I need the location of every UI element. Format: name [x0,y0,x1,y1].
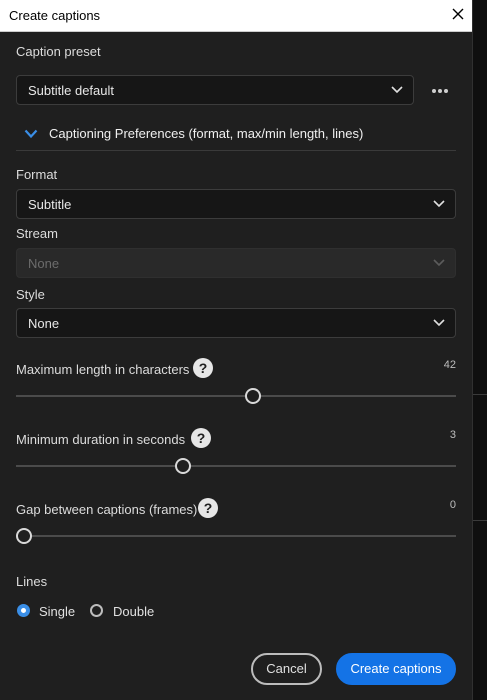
format-label: Format [16,167,58,182]
min-duration-label: Minimum duration in seconds [16,432,186,447]
background-divider [472,520,487,521]
min-duration-value: 3 [449,429,456,441]
caption-preset-label: Caption preset [16,44,101,59]
gap-value: 0 [449,499,456,511]
background-divider [472,394,487,395]
close-icon[interactable] [448,4,468,24]
chevron-down-icon [433,319,445,327]
single-radio[interactable] [17,604,30,617]
more-options-icon[interactable] [428,83,452,99]
min-duration-slider-track[interactable] [16,465,456,467]
caption-preset-value: Subtitle default [28,83,115,98]
chevron-down-icon [433,200,445,208]
section-divider [16,150,456,151]
create-captions-dialog: Create captions Caption preset Subtitle … [0,0,473,700]
chevron-down-icon [433,259,445,267]
gap-label: Gap between captions (frames) [16,502,198,517]
style-label: Style [16,287,45,302]
cancel-button[interactable]: Cancel [251,653,322,685]
style-select[interactable]: None [16,308,456,338]
format-value: Subtitle [28,197,72,212]
gap-slider-thumb[interactable] [16,528,32,544]
caption-preset-select[interactable]: Subtitle default [16,75,414,105]
format-select[interactable]: Subtitle [16,189,456,219]
min-duration-slider-thumb[interactable] [175,458,192,474]
dialog-title: Create captions [9,8,101,23]
max-length-value: 42 [443,359,456,371]
background-app-strip [472,0,487,700]
single-radio-label[interactable]: Single [39,604,75,619]
max-length-slider-track[interactable] [16,395,456,397]
max-length-label: Maximum length in characters [16,362,190,377]
double-radio[interactable] [90,604,103,617]
max-length-slider-thumb[interactable] [244,388,261,404]
help-icon[interactable]: ? [191,428,211,448]
captioning-preferences-label: Captioning Preferences (format, max/min … [49,126,364,141]
chevron-down-icon [24,129,38,139]
lines-label: Lines [16,574,48,589]
style-value: None [28,316,60,331]
help-icon[interactable]: ? [198,498,218,518]
stream-select: None [16,248,456,278]
help-icon[interactable]: ? [193,358,213,378]
stream-value: None [28,256,60,271]
chevron-down-icon [391,86,403,94]
double-radio-label[interactable]: Double [113,604,154,619]
create-captions-button[interactable]: Create captions [336,653,456,685]
stream-label: Stream [16,226,58,241]
dialog-titlebar: Create captions [0,0,472,32]
gap-slider-track[interactable] [16,535,456,537]
